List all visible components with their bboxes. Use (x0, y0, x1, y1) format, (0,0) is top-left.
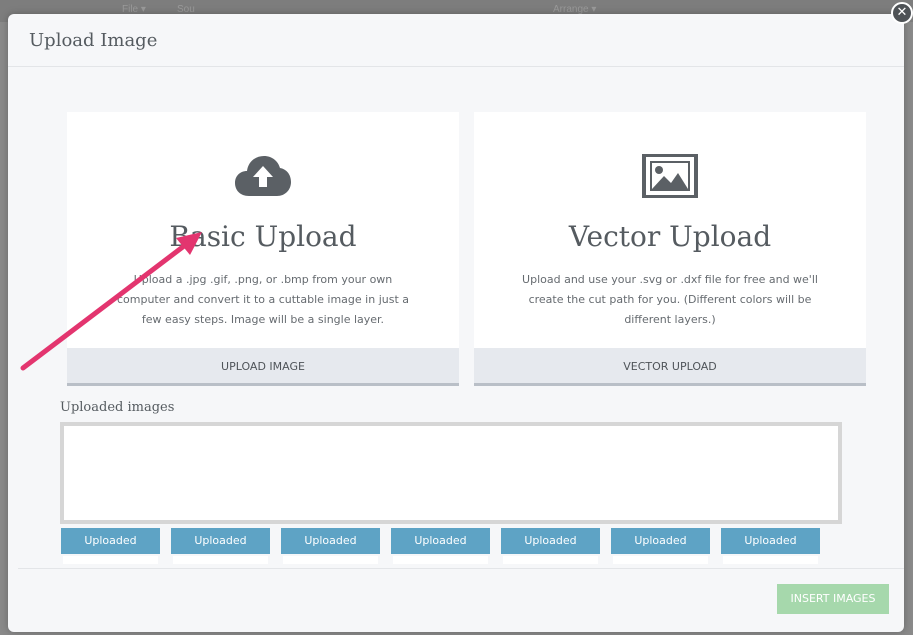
uploaded-buttons-row: Uploaded Uploaded Uploaded Uploaded Uplo… (61, 528, 851, 568)
basic-upload-title: Basic Upload (169, 220, 357, 253)
upload-image-button[interactable]: UPLOAD IMAGE (67, 348, 459, 386)
uploaded-button[interactable]: Uploaded (501, 528, 600, 564)
uploaded-button[interactable]: Uploaded (391, 528, 490, 564)
uploaded-button[interactable]: Uploaded (611, 528, 710, 564)
vector-upload-button[interactable]: VECTOR UPLOAD (474, 348, 866, 386)
cloud-upload-icon (67, 150, 459, 202)
close-icon[interactable]: ✕ (891, 2, 913, 24)
uploaded-button[interactable]: Uploaded (61, 528, 160, 564)
basic-upload-card: Basic Upload Upload a .jpg .gif, .png, o… (67, 112, 459, 386)
uploaded-images-label: Uploaded images (60, 400, 175, 415)
insert-images-button[interactable]: INSERT IMAGES (777, 584, 889, 614)
vector-upload-card: Vector Upload Upload and use your .svg o… (474, 112, 866, 386)
uploaded-button[interactable]: Uploaded (721, 528, 820, 564)
modal-header: Upload Image (8, 14, 904, 67)
upload-image-modal: Upload Image Basic Upload Upload a .jpg … (8, 14, 904, 632)
uploaded-images-panel[interactable] (60, 422, 842, 524)
uploaded-button[interactable]: Uploaded (281, 528, 380, 564)
uploaded-button[interactable]: Uploaded (171, 528, 270, 564)
vector-upload-description: Upload and use your .svg or .dxf file fo… (522, 273, 818, 326)
basic-upload-description: Upload a .jpg .gif, .png, or .bmp from y… (116, 273, 410, 326)
footer-divider (18, 568, 904, 569)
vector-upload-title: Vector Upload (568, 220, 772, 253)
image-icon (474, 150, 866, 202)
modal-title: Upload Image (29, 30, 158, 51)
